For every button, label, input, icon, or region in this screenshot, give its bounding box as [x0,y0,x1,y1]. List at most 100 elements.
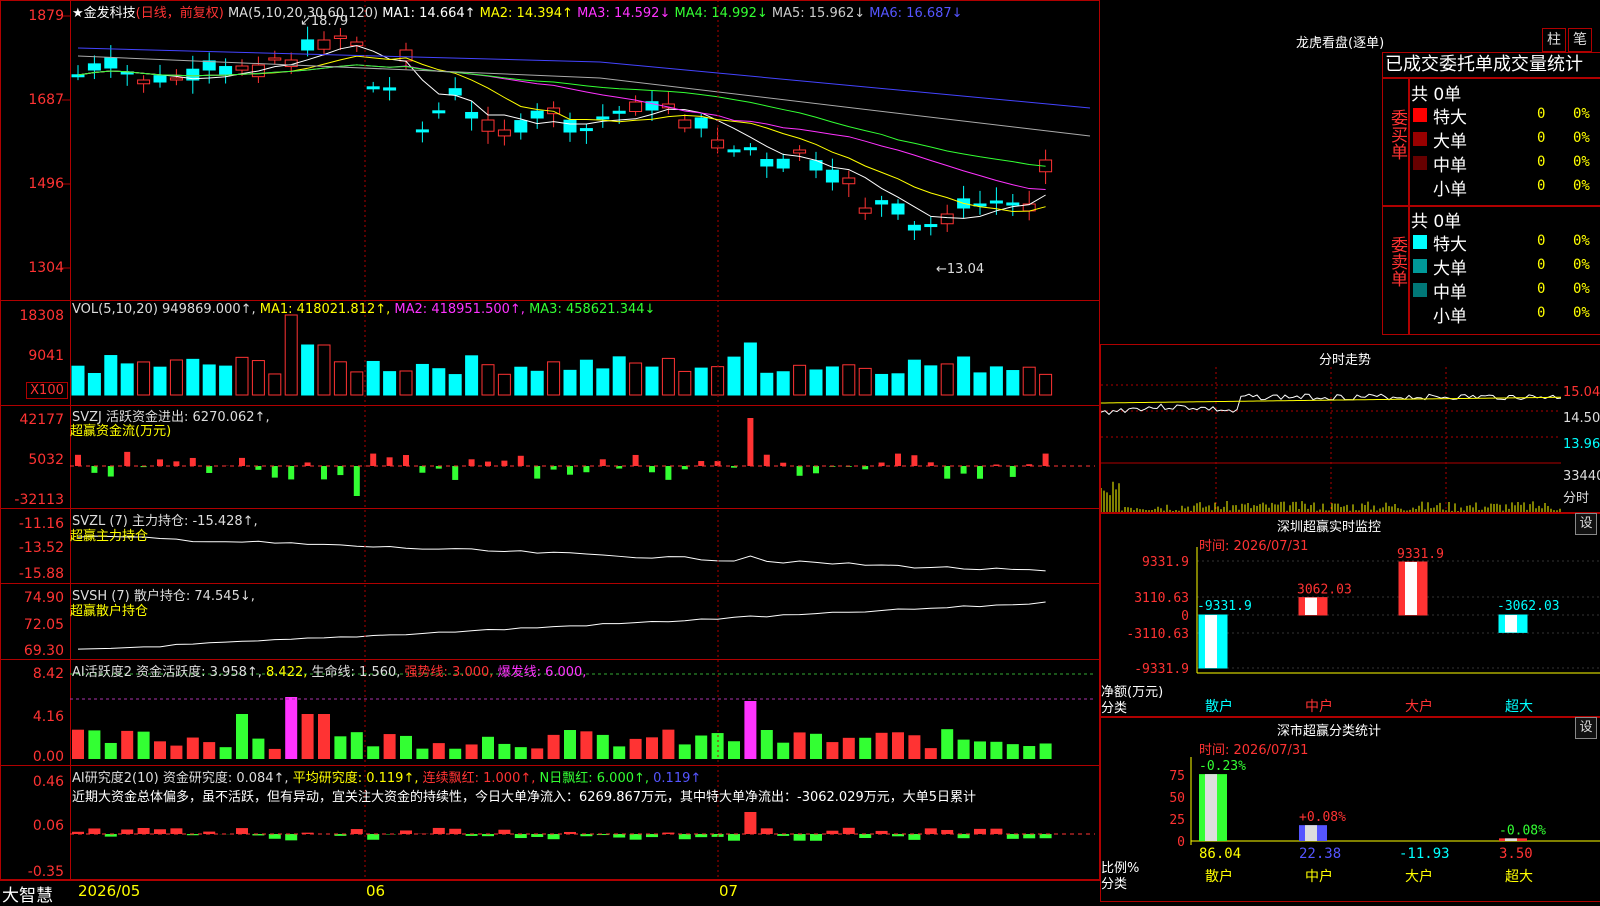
ai-research-bar [679,834,691,839]
stat-cat-label: 中户 [1305,868,1333,885]
svzj-bar [272,466,278,478]
ai-active-bar [695,736,707,759]
svzj-bar [91,466,97,473]
candle-body [597,117,609,119]
volume-bar [974,373,986,395]
volume-bar [761,373,773,395]
tab-pen-view[interactable]: 笔 [1568,28,1592,52]
svzj-sub: 超赢资金流(万元) [70,420,171,439]
volume-bar [613,357,625,395]
period-label[interactable]: (日线，前复权) [136,6,224,21]
svzj-bar [583,466,589,472]
candle-body [826,170,838,182]
svzj-bar [977,466,983,479]
svzj-bar [173,461,179,466]
ai-research-bar [613,834,625,838]
candle-body [220,67,232,74]
svzj-y-1: 42177 [0,412,64,428]
ai-research-y-3: -0.35 [0,864,64,880]
ai-research-bar [88,828,100,834]
ai-active-bar [515,747,527,759]
fenshi-y-2: 14.50 [1563,411,1600,426]
ai-active-bar [564,730,576,759]
svzl-y-1: -11.16 [0,516,64,532]
row-name: 中单 [1433,278,1467,303]
tab-bar-view[interactable]: 柱 [1542,28,1566,52]
candle-body [531,111,543,118]
vol-unit[interactable]: X100 [26,382,68,399]
tabs-strip[interactable]: 已成交委托单成交量统计 [1382,52,1600,78]
monitor-bar-label: -3062.03 [1497,599,1560,614]
ai-research-bar [498,830,510,834]
tabs-label[interactable]: 已成交委托单成交量统计 [1383,53,1600,77]
ma-legend-item: MA2: 14.394↑ [476,6,573,21]
volume-bar [908,360,920,395]
candle-body [433,111,445,113]
row-count: 0 [1537,154,1545,170]
monitor-panel: 深圳超赢实时监控 设 时间: 2026/07/31 9331.93110.630… [1100,512,1600,718]
svsh-y-3: 69.30 [0,643,64,659]
ai-active-bar [679,744,691,759]
ai-active-bar [449,749,461,759]
candle-body [236,66,248,70]
ma-legend-item: MA3: 14.592↓ [573,6,670,21]
ai-active-bar [482,737,494,759]
svzj-bar [239,458,245,466]
row-count: 0 [1537,281,1545,297]
svzj-bar [255,466,261,470]
stock-name[interactable]: ★金发科技 [72,6,136,21]
candle-body [580,129,592,131]
svzj-bar [633,455,639,466]
ai-research-bar [548,834,560,839]
sell-total: 共 0单 [1411,207,1461,232]
svzj-bar [485,462,491,466]
ai-active-bar [597,735,609,759]
candle-body [843,178,855,184]
x-label-may: 2026/05 [78,882,140,900]
ai-research-bar [351,829,363,834]
ai-research-bar [1007,834,1019,839]
fenshi-y-3: 13.96 [1563,437,1600,452]
ai-active-bar [416,749,428,759]
candle-body [515,121,527,132]
ai-active-bar [958,740,970,759]
ai-research-y-2: 0.06 [0,818,64,834]
volume-bar [498,374,510,395]
ai-active-bar [859,738,871,759]
candle-body [154,76,166,82]
candle-body [728,150,740,152]
main-y-label-2: 1687 [0,92,64,108]
volume-bar [515,367,527,395]
monitor-y-label: 9331.9 [1142,555,1189,570]
volume-bar [285,315,297,395]
row-name: 小单 [1433,175,1467,200]
monitor-bar-label: 9331.9 [1397,547,1444,562]
stat-y-label: 75 [1169,769,1185,784]
ai-active-bar [105,743,117,759]
ai-active-bar [498,744,510,759]
ma-line-120 [78,48,1090,108]
volume-bar [154,367,166,395]
candle-body [892,204,904,214]
svzj-bar [944,466,950,479]
ai-active-y-1: 8.42 [0,666,64,682]
ai-active-title: AI活跃度2 资金活跃度: 3.958↑, 8.422, 生命线: 1.560,… [72,661,586,680]
candle-body [105,58,117,68]
ai-active-bar [843,738,855,759]
ai-active-y-3: 0.00 [0,749,64,765]
candle-body [777,159,789,168]
svzj-bar [928,462,934,466]
ai-research-bar [433,828,445,834]
volume-bar [662,358,674,395]
volume-bar [892,374,904,395]
ai-active-bar [728,741,740,759]
svzj-bar [321,466,327,479]
svzj-bar [469,459,475,466]
stat-xlabel: 分类 [1101,873,1127,892]
svsh-line [78,602,1046,649]
svzj-bar [879,463,885,466]
candle-body [88,64,100,70]
fenshi-panel[interactable]: 分时走势 15.04 14.50 13.96 33440 分时 [1100,344,1600,514]
svzj-bar [419,466,425,473]
ai-active-bars [72,697,1052,759]
